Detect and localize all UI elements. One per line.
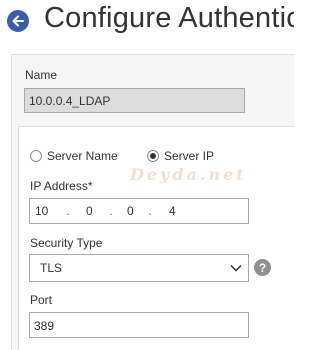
radio-server-ip[interactable]: Server IP [147, 148, 214, 164]
page-header: Configure Authentica [0, 0, 294, 44]
arrow-left-icon [12, 15, 24, 27]
name-field[interactable]: 10.0.0.4_LDAP [24, 88, 245, 113]
name-label: Name [25, 68, 58, 82]
radio-server-name[interactable]: Server Name [30, 148, 118, 164]
ip-address-label: IP Address* [30, 179, 93, 193]
radio-server-ip-circle[interactable] [147, 150, 159, 162]
ip-octet-2[interactable]: 0 [86, 204, 100, 218]
security-type-value: TLS [40, 261, 63, 275]
ip-dot: . [66, 204, 70, 218]
radio-server-name-label: Server Name [47, 149, 118, 163]
ip-dot: . [148, 204, 152, 218]
ip-octet-3[interactable]: 0 [127, 204, 141, 218]
ip-octet-4[interactable]: 4 [169, 204, 183, 218]
chevron-down-icon [230, 264, 242, 272]
security-type-select[interactable]: TLS [29, 254, 249, 282]
page-title: Configure Authentica [44, 2, 294, 34]
radio-server-name-circle[interactable] [30, 150, 42, 162]
security-type-label: Security Type [30, 236, 103, 250]
back-button[interactable] [7, 10, 29, 32]
ip-address-field[interactable]: 10 . 0 . 0 . 4 [29, 198, 249, 224]
port-label: Port [30, 293, 53, 307]
port-field[interactable]: 389 [29, 312, 249, 338]
ip-dot: . [109, 204, 113, 218]
ip-octet-1[interactable]: 10 [35, 204, 53, 218]
question-icon[interactable]: ? [254, 259, 271, 276]
radio-server-ip-label: Server IP [164, 149, 215, 163]
